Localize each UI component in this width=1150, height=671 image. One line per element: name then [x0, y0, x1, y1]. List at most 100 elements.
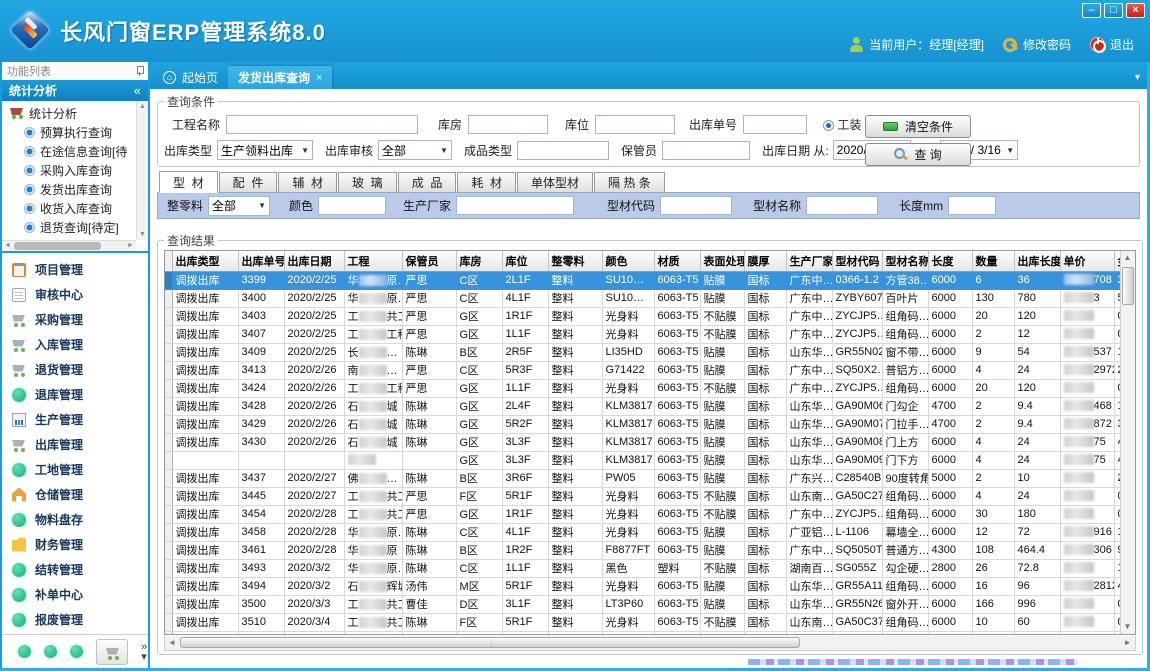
project-name-input[interactable] [226, 115, 418, 134]
material-tab[interactable]: 耗 材 [457, 172, 516, 192]
table-row[interactable]: 调拨出库35122020/3/4工共工程陈琳F区1L2F整料光身料6063-T5… [165, 631, 1134, 635]
column-header[interactable]: 表面处理 [700, 251, 744, 271]
material-tab[interactable]: 隔 热 条 [594, 172, 665, 192]
sidebar-item-仓储管理[interactable]: 仓储管理 [2, 482, 148, 507]
radio-gongzhuang[interactable]: 工装 [823, 116, 861, 133]
sidebar-item-入库管理[interactable]: 入库管理 [2, 332, 148, 357]
sidebar-item-结转管理[interactable]: 结转管理 [2, 557, 148, 582]
column-header[interactable]: 单价 [1060, 251, 1114, 271]
quick-module-icon[interactable] [18, 645, 31, 658]
table-row[interactable]: 调拨出库34612020/2/28华原陈琳B区1R2F整料F8877FT6063… [165, 541, 1134, 559]
column-header[interactable]: 出库类型 [172, 251, 238, 271]
tree-vertical-scrollbar[interactable]: ▲ ▼ [136, 101, 148, 240]
table-row[interactable]: 调拨出库34372020/2/27佛…陈琳B区3R6F整料PW056063-T5… [165, 469, 1134, 487]
column-header[interactable]: 库位 [502, 251, 548, 271]
tree-root-statistics[interactable]: 统计分析 [2, 103, 148, 123]
scroll-up-icon[interactable]: ▲ [1121, 251, 1135, 265]
table-row[interactable]: 调拨出库34932020/3/2华原…陈琳C区1L1F整料黑色塑料不贴膜国标湖南… [165, 559, 1134, 577]
minimize-button[interactable]: – [1082, 3, 1101, 18]
column-header[interactable]: 型材代码 [832, 251, 882, 271]
table-row[interactable]: 调拨出库33992020/2/25华原…严思C区2L1F整料SU10…6063-… [165, 271, 1134, 289]
column-header[interactable]: 膜厚 [744, 251, 786, 271]
scrollbar-thumb[interactable] [14, 242, 101, 250]
sidebar-item-退货管理[interactable]: 退货管理 [2, 357, 148, 382]
material-tab[interactable]: 单体型材 [517, 172, 593, 192]
material-tab[interactable]: 成 品 [398, 172, 457, 192]
tree-item[interactable]: 在途信息查询[待 [2, 142, 148, 161]
material-tab[interactable]: 型 材 [159, 171, 218, 193]
more-options-icon[interactable]: »▾ [141, 642, 147, 662]
sidebar-item-出库管理[interactable]: 出库管理 [2, 432, 148, 457]
tree-horizontal-scrollbar[interactable]: ◄ ► [2, 240, 136, 251]
material-tab[interactable]: 辅 材 [278, 172, 337, 192]
tree-item[interactable]: 预算执行查询 [2, 123, 148, 142]
column-header[interactable]: 型材名称 [882, 251, 928, 271]
quick-cart-button[interactable] [96, 639, 128, 665]
scroll-left-icon[interactable]: ◄ [2, 241, 13, 251]
table-row[interactable]: 调拨出库34132020/2/26南…严思C区5R3F整料G714226063-… [165, 361, 1134, 379]
column-header[interactable]: 整零料 [548, 251, 602, 271]
search-button[interactable]: 查 询 [865, 143, 971, 166]
pin-icon[interactable] [136, 66, 143, 76]
color-input[interactable] [318, 196, 386, 215]
table-row[interactable]: G区3L3F整料KLM38176063-T5贴膜国标山东华…GA90M09.门下… [165, 451, 1134, 469]
table-row[interactable]: 调拨出库34002020/2/25华原…严思C区4L1F整料SU10…6063-… [165, 289, 1134, 307]
column-header[interactable]: 保管员 [402, 251, 456, 271]
tree-item[interactable]: 采购入库查询 [2, 161, 148, 180]
grid-vertical-scrollbar[interactable]: ▲ ▼ [1120, 251, 1135, 634]
table-row[interactable]: 调拨出库34242020/2/26工工程严思G区1L1F整料光身料6063-T5… [165, 379, 1134, 397]
length-input[interactable] [948, 196, 996, 215]
table-row[interactable]: 调拨出库35002020/3/3工共工程曹佳D区3L1F整料LT3P606063… [165, 595, 1134, 613]
order-no-input[interactable] [743, 115, 807, 134]
sidebar-item-审核中心[interactable]: 审核中心 [2, 282, 148, 307]
profile-name-input[interactable] [806, 196, 878, 215]
manufacturer-input[interactable] [456, 196, 574, 215]
sidebar-item-采购管理[interactable]: 采购管理 [2, 307, 148, 332]
profile-code-input[interactable] [660, 196, 732, 215]
change-password-button[interactable]: 修改密码 [1003, 36, 1071, 53]
quick-module-icon[interactable] [44, 645, 57, 658]
tab-home[interactable]: ⌂ 起始页 [153, 66, 228, 89]
column-header[interactable]: 库房 [456, 251, 502, 271]
column-header[interactable]: 出库单号 [238, 251, 284, 271]
table-row[interactable]: 调拨出库35102020/3/4工共工程陈琳F区5R1F整料光身料6063-T5… [165, 613, 1134, 631]
product-type-input[interactable] [517, 141, 609, 160]
out-type-select[interactable]: 生产领料出库▼ [217, 140, 313, 160]
tab-close-icon[interactable]: × [316, 72, 322, 84]
scrollbar-thumb[interactable]: ⁞ [180, 637, 800, 648]
tab-overflow-icon[interactable]: ▾ [1135, 72, 1140, 83]
table-row[interactable]: 调拨出库34302020/2/26石城陈琳G区3L3F整料KLM38176063… [165, 433, 1134, 451]
scroll-up-icon[interactable]: ▲ [137, 101, 148, 112]
scroll-down-icon[interactable]: ▼ [1121, 620, 1135, 634]
material-tab[interactable]: 玻 璃 [338, 172, 397, 192]
tree-item[interactable]: 发货出库查询 [2, 180, 148, 199]
grid-horizontal-scrollbar[interactable]: ◄ ⁞ ► [164, 636, 1136, 651]
sidebar-item-财务管理[interactable]: 财务管理 [2, 532, 148, 557]
close-button[interactable]: × [1126, 3, 1145, 18]
column-header[interactable]: 长度 [928, 251, 972, 271]
sidebar-item-生产管理[interactable]: 生产管理 [2, 407, 148, 432]
keeper-input[interactable] [662, 141, 750, 160]
material-tab[interactable]: 配 件 [219, 172, 278, 192]
column-header[interactable]: 数量 [972, 251, 1014, 271]
column-header[interactable]: 材质 [654, 251, 700, 271]
sidebar-item-报废管理[interactable]: 报废管理 [2, 607, 148, 632]
table-row[interactable]: 调拨出库34942020/3/2石辉城汤伟M区5R1F整料光身料6063-T5贴… [165, 577, 1134, 595]
tab-shipment-query[interactable]: 发货出库查询 × [228, 66, 332, 89]
sidebar-item-工地管理[interactable]: 工地管理 [2, 457, 148, 482]
column-header[interactable]: 颜色 [602, 251, 654, 271]
column-header[interactable]: 工程 [344, 251, 402, 271]
logout-button[interactable]: 退出 [1090, 36, 1134, 53]
location-input[interactable] [595, 115, 675, 134]
column-header[interactable]: 生产厂家 [786, 251, 832, 271]
scroll-down-icon[interactable]: ▼ [137, 229, 148, 240]
tree-item[interactable]: 退货查询[待定] [2, 218, 148, 237]
tree-item[interactable]: 收货入库查询 [2, 199, 148, 218]
warehouse-input[interactable] [468, 115, 548, 134]
scroll-left-icon[interactable]: ◄ [165, 636, 179, 649]
table-row[interactable]: 调拨出库34092020/2/25长…陈琳B区2R5F整料LI35HD6063-… [165, 343, 1134, 361]
sidebar-section-statistics[interactable]: 统计分析 « [2, 80, 148, 101]
collapse-icon[interactable]: « [134, 83, 141, 98]
scroll-right-icon[interactable]: ► [1121, 636, 1135, 649]
scrollbar-thumb[interactable] [1122, 267, 1134, 305]
